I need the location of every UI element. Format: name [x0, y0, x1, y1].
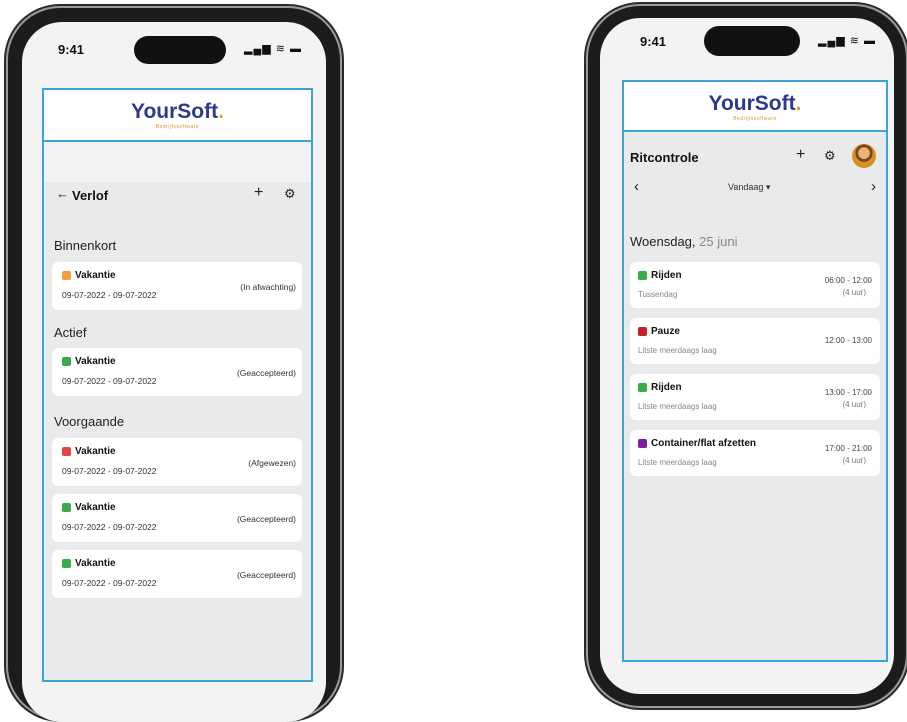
- activity-color-square: [638, 439, 647, 448]
- leave-status: (Geaccepteerd): [236, 368, 296, 378]
- leave-dates: 09-07-2022 - 09-07-2022: [62, 376, 157, 386]
- activity-time: 12:00 - 13:00: [824, 336, 872, 345]
- activity-color-square: [638, 383, 647, 392]
- activity-duration: (4 uur): [842, 400, 866, 409]
- app-frame: YourSoft. Bedrijfssoftware Ritcontrole +…: [622, 80, 888, 662]
- left-screen: 9:41 ▂▄▆ ≋ ▬ YourSoft. Bedrijfssoftware …: [22, 22, 326, 722]
- leave-type: Vakantie: [75, 356, 116, 367]
- status-time: 9:41: [58, 42, 85, 57]
- leave-card[interactable]: Vakantie 09-07-2022 - 09-07-2022 (In afw…: [52, 262, 302, 310]
- logo-tagline: Bedrijfssoftware: [733, 116, 777, 122]
- section-voorgaande: Voorgaande: [54, 414, 125, 429]
- trip-card[interactable]: Rijden Tussendag 06:00 - 12:00 (4 uur): [630, 262, 880, 308]
- status-color-square: [62, 503, 71, 512]
- left-phone: 9:41 ▂▄▆ ≋ ▬ YourSoft. Bedrijfssoftware …: [8, 8, 340, 722]
- activity-subtitle: Tussendag: [638, 290, 678, 299]
- activity-name: Container/flat afzetten: [651, 438, 757, 449]
- activity-time: 06:00 - 12:00: [824, 276, 872, 285]
- activity-subtitle: Litste meerdaags laag: [638, 346, 717, 355]
- activity-name: Rijden: [651, 270, 682, 281]
- next-day-icon[interactable]: ›: [871, 178, 876, 195]
- leave-dates: 09-07-2022 - 09-07-2022: [62, 578, 157, 588]
- leave-type: Vakantie: [75, 270, 116, 281]
- status-bar: 9:41 ▂▄▆ ≋ ▬: [600, 18, 894, 78]
- leave-status: (Afgewezen): [248, 458, 296, 468]
- leave-card[interactable]: Vakantie 09-07-2022 - 09-07-2022 (Geacce…: [52, 550, 302, 598]
- back-arrow-icon[interactable]: ←: [56, 186, 69, 201]
- activity-name: Rijden: [651, 382, 682, 393]
- activity-duration: (4 uur): [842, 288, 866, 297]
- add-icon[interactable]: +: [796, 146, 805, 164]
- add-icon[interactable]: +: [254, 184, 263, 202]
- logo-bar: YourSoft. Bedrijfssoftware: [44, 90, 311, 142]
- leave-type: Vakantie: [75, 502, 116, 513]
- leave-type: Vakantie: [75, 558, 116, 569]
- logo: YourSoft.: [708, 92, 802, 115]
- activity-duration: (4 uur): [842, 456, 866, 465]
- avatar[interactable]: [852, 144, 876, 168]
- status-time: 9:41: [640, 34, 667, 49]
- signal-wifi-battery-icon: ▂▄▆ ≋ ▬: [818, 35, 877, 47]
- leave-dates: 09-07-2022 - 09-07-2022: [62, 290, 157, 300]
- status-color-square: [62, 357, 71, 366]
- leave-status: (In afwachting): [240, 282, 296, 292]
- section-actief: Actief: [54, 325, 87, 340]
- logo-bar: YourSoft. Bedrijfssoftware: [624, 82, 886, 132]
- page-title: Verlof: [72, 188, 109, 203]
- right-screen: 9:41 ▂▄▆ ≋ ▬ YourSoft. Bedrijfssoftware …: [600, 18, 894, 694]
- signal-wifi-battery-icon: ▂▄▆ ≋ ▬: [244, 43, 303, 55]
- right-phone: 9:41 ▂▄▆ ≋ ▬ YourSoft. Bedrijfssoftware …: [588, 6, 906, 706]
- app-frame: YourSoft. Bedrijfssoftware ← Verlof + ⚙ …: [42, 88, 313, 682]
- status-bar: 9:41 ▂▄▆ ≋ ▬: [22, 22, 326, 82]
- filter-icon[interactable]: ⚙: [824, 148, 836, 164]
- status-color-square: [62, 559, 71, 568]
- activity-color-square: [638, 271, 647, 280]
- date-heading: Woensdag, 25 juni: [630, 234, 738, 249]
- date-navigator: ‹ Vandaag ▾ ›: [624, 178, 886, 200]
- trip-card[interactable]: Container/flat afzetten Litste meerdaags…: [630, 430, 880, 476]
- logo-tagline: Bedrijfssoftware: [155, 124, 200, 130]
- prev-day-icon[interactable]: ‹: [634, 178, 639, 195]
- status-color-square: [62, 271, 71, 280]
- leave-dates: 09-07-2022 - 09-07-2022: [62, 466, 157, 476]
- leave-dates: 09-07-2022 - 09-07-2022: [62, 522, 157, 532]
- leave-status: (Geaccepteerd): [236, 570, 296, 580]
- spacer: [44, 142, 311, 182]
- leave-status: (Geaccepteerd): [236, 514, 296, 524]
- section-binnenkort: Binnenkort: [54, 238, 117, 253]
- activity-name: Pauze: [651, 326, 680, 337]
- toolbar: Ritcontrole + ⚙: [624, 142, 886, 172]
- status-color-square: [62, 447, 71, 456]
- activity-subtitle: Litste meerdaags laag: [638, 458, 717, 467]
- filter-icon[interactable]: ⚙: [284, 186, 296, 202]
- activity-time: 13:00 - 17:00: [824, 388, 872, 397]
- dynamic-island: [134, 36, 226, 64]
- activity-subtitle: Litste meerdaags laag: [638, 402, 717, 411]
- page-title: Ritcontrole: [630, 150, 699, 165]
- activity-time: 17:00 - 21:00: [824, 444, 872, 453]
- leave-type: Vakantie: [75, 446, 116, 457]
- toolbar: ← Verlof + ⚙: [44, 182, 311, 210]
- logo: YourSoft.: [131, 100, 224, 123]
- leave-card[interactable]: Vakantie 09-07-2022 - 09-07-2022 (Afgewe…: [52, 438, 302, 486]
- trip-card[interactable]: Pauze Litste meerdaags laag 12:00 - 13:0…: [630, 318, 880, 364]
- leave-card[interactable]: Vakantie 09-07-2022 - 09-07-2022 (Geacce…: [52, 494, 302, 542]
- period-selector[interactable]: Vandaag ▾: [728, 182, 770, 193]
- trip-card[interactable]: Rijden Litste meerdaags laag 13:00 - 17:…: [630, 374, 880, 420]
- dynamic-island: [704, 26, 800, 56]
- activity-color-square: [638, 327, 647, 336]
- leave-card[interactable]: Vakantie 09-07-2022 - 09-07-2022 (Geacce…: [52, 348, 302, 396]
